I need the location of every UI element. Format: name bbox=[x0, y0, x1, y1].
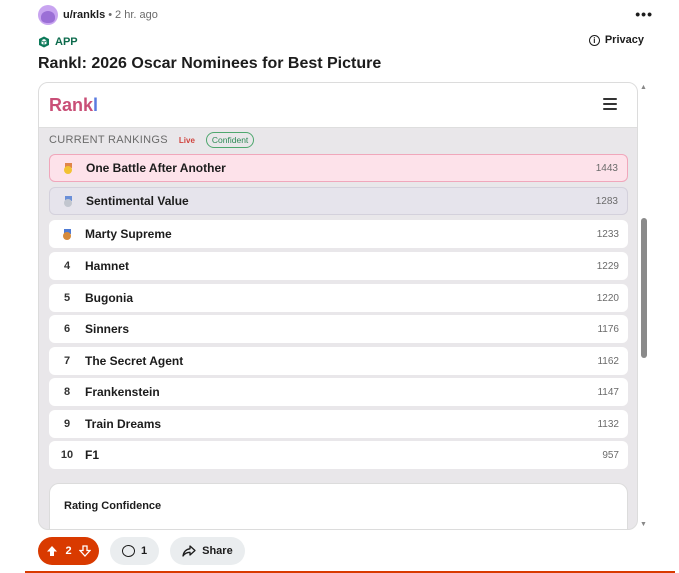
comment-icon bbox=[122, 545, 135, 557]
ranking-row-7[interactable]: 7 The Secret Agent 1162 bbox=[49, 347, 628, 375]
movie-title: The Secret Agent bbox=[85, 354, 184, 368]
rank-position: 5 bbox=[63, 292, 71, 304]
logo-main: Rank bbox=[49, 94, 94, 115]
rankl-logo: Rankl bbox=[49, 95, 98, 116]
movie-score: 957 bbox=[602, 449, 619, 461]
scrollbar-thumb[interactable] bbox=[641, 218, 647, 358]
movie-title: One Battle After Another bbox=[86, 161, 226, 175]
movie-title: Sinners bbox=[85, 322, 130, 336]
comments-button[interactable]: 1 bbox=[110, 537, 160, 565]
info-icon: i bbox=[588, 34, 600, 46]
rank-position: 9 bbox=[63, 418, 71, 430]
movie-score: 1176 bbox=[597, 323, 619, 335]
movie-score: 1162 bbox=[597, 355, 619, 367]
silver-medal-icon bbox=[64, 195, 73, 207]
ranking-row-9[interactable]: 9 Train Dreams 1132 bbox=[49, 410, 628, 438]
share-label: Share bbox=[202, 545, 233, 557]
app-label: APP bbox=[55, 36, 78, 48]
rank-position: 8 bbox=[63, 386, 71, 398]
rank-position: 6 bbox=[63, 323, 71, 335]
post-actions: 2 1 Share bbox=[38, 537, 245, 565]
movie-score: 1233 bbox=[596, 228, 619, 240]
movie-score: 1229 bbox=[596, 260, 619, 272]
app-cube-icon bbox=[39, 36, 49, 48]
movie-title: Hamnet bbox=[85, 259, 130, 273]
ranking-row-8[interactable]: 8 Frankenstein 1147 bbox=[49, 378, 628, 406]
rank-position: 10 bbox=[60, 449, 74, 461]
confidence-card-title: Rating Confidence bbox=[64, 500, 162, 512]
separator: • bbox=[108, 9, 113, 21]
vote-count: 2 bbox=[65, 545, 72, 557]
ranking-row-5[interactable]: 5 Bugonia 1220 bbox=[49, 284, 628, 312]
scroll-down-arrow-icon[interactable]: ▼ bbox=[640, 521, 647, 528]
movie-score: 1132 bbox=[597, 418, 619, 430]
hamburger-menu-icon[interactable] bbox=[603, 98, 617, 110]
post-header: u/rankls • 2 hr. ago ••• bbox=[38, 4, 653, 26]
rank-position: 4 bbox=[63, 260, 71, 272]
ranking-row-4[interactable]: 4 Hamnet 1229 bbox=[49, 252, 628, 280]
post-time: 2 hr. ago bbox=[115, 9, 158, 21]
ranking-row-1[interactable]: One Battle After Another 1443 bbox=[49, 154, 628, 182]
live-badge: Live bbox=[178, 135, 195, 145]
scrollbar[interactable]: ▲ ▼ bbox=[640, 84, 648, 528]
rating-confidence-card: Rating Confidence bbox=[49, 483, 628, 529]
username[interactable]: u/rankls bbox=[63, 9, 105, 21]
movie-score: 1283 bbox=[595, 195, 618, 207]
logo-accent: l bbox=[93, 94, 99, 115]
app-header: Rankl bbox=[39, 83, 637, 128]
privacy-label: Privacy bbox=[604, 34, 644, 46]
rank-position bbox=[49, 228, 85, 240]
rank-position bbox=[50, 195, 86, 207]
more-options-button[interactable]: ••• bbox=[635, 6, 653, 22]
gold-medal-icon bbox=[64, 162, 73, 174]
privacy-button[interactable]: i Privacy bbox=[588, 34, 644, 46]
app-frame: Rankl CURRENT RANKINGS Live Confident On… bbox=[38, 82, 638, 530]
movie-title: Bugonia bbox=[85, 291, 133, 305]
movie-title: Sentimental Value bbox=[86, 194, 189, 208]
downvote-icon[interactable] bbox=[79, 545, 91, 557]
movie-score: 1443 bbox=[595, 162, 618, 174]
movie-title: Train Dreams bbox=[85, 417, 162, 431]
avatar[interactable] bbox=[38, 5, 58, 25]
rankings-header: CURRENT RANKINGS Live Confident bbox=[49, 130, 255, 150]
upvote-icon[interactable] bbox=[46, 545, 58, 557]
ranking-row-6[interactable]: 6 Sinners 1176 bbox=[49, 315, 628, 343]
app-row: APP i Privacy bbox=[38, 34, 644, 50]
confidence-badge: Confident bbox=[205, 132, 255, 148]
rank-position bbox=[50, 162, 86, 174]
movie-title: Frankenstein bbox=[85, 385, 160, 399]
post-title[interactable]: Rankl: 2026 Oscar Nominees for Best Pict… bbox=[38, 55, 381, 73]
ranking-row-3[interactable]: Marty Supreme 1233 bbox=[49, 220, 628, 248]
ranking-row-2[interactable]: Sentimental Value 1283 bbox=[49, 187, 628, 215]
vote-control: 2 bbox=[38, 537, 99, 565]
movie-title: F1 bbox=[85, 448, 100, 462]
share-button[interactable]: Share bbox=[170, 537, 245, 565]
movie-title: Marty Supreme bbox=[85, 227, 172, 241]
movie-score: 1220 bbox=[596, 292, 619, 304]
avatar-blob bbox=[41, 10, 55, 23]
bronze-medal-icon bbox=[63, 228, 72, 240]
share-icon bbox=[182, 545, 196, 557]
movie-score: 1147 bbox=[597, 386, 619, 398]
section-label: CURRENT RANKINGS bbox=[49, 134, 168, 146]
scroll-up-arrow-icon[interactable]: ▲ bbox=[640, 84, 647, 91]
ranking-row-10[interactable]: 10 F1 957 bbox=[49, 441, 628, 469]
comment-count: 1 bbox=[141, 545, 148, 557]
rank-position: 7 bbox=[63, 355, 71, 367]
